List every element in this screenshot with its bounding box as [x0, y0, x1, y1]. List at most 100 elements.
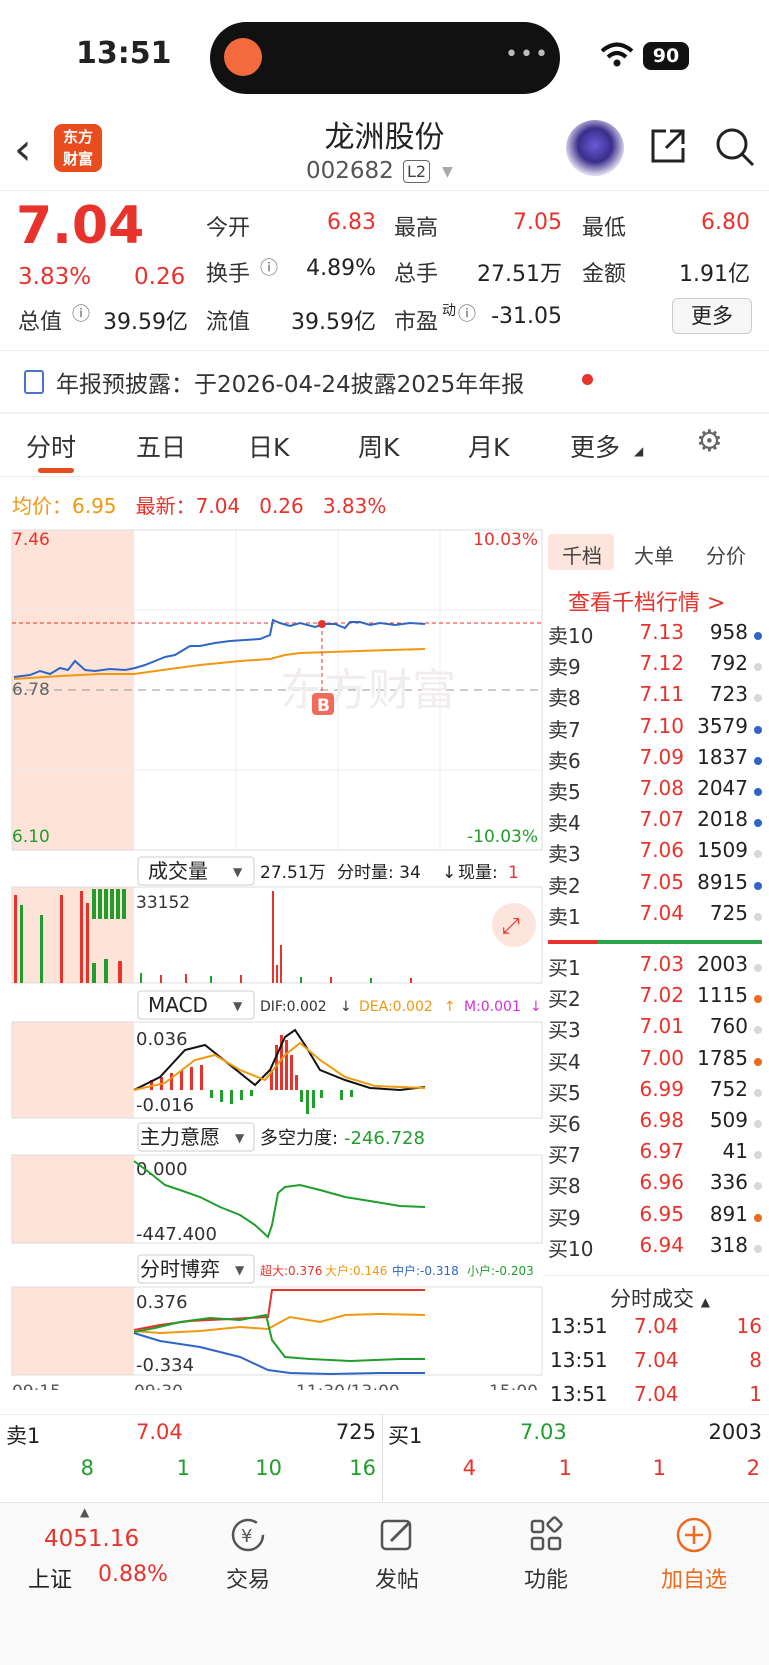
expand-icon[interactable]: ⤢: [502, 914, 520, 939]
divider: [0, 190, 769, 191]
l2-badge[interactable]: L2: [403, 160, 431, 183]
tab-daily-k[interactable]: 日K: [248, 428, 289, 464]
bid-row[interactable]: 买5 6.99 752: [548, 1077, 762, 1108]
volume-bar: [118, 961, 122, 983]
macd-bar: [190, 1067, 193, 1090]
share-icon[interactable]: [648, 126, 688, 166]
volume-bar: [185, 974, 187, 983]
tab-five-day[interactable]: 五日: [136, 428, 186, 464]
ask-row[interactable]: 卖5 7.08 2047: [548, 776, 762, 807]
trade-icon[interactable]: ¥: [198, 1515, 298, 1559]
bid-row[interactable]: 买2 7.02 1115: [548, 983, 762, 1014]
bid-row[interactable]: 买3 7.01 760: [548, 1014, 762, 1045]
index-name[interactable]: 上证: [28, 1562, 72, 1594]
caret-down-icon[interactable]: ▼: [233, 865, 243, 879]
tab-post[interactable]: 发帖: [347, 1562, 447, 1594]
caret-up-icon[interactable]: ▲: [80, 1505, 89, 1519]
intraday-chart[interactable]: 东方财富 B 7.46 10.03% 6.78 6.10 -10.03% 成交量…: [0, 525, 545, 1390]
ask-row[interactable]: 卖9 7.12 792: [548, 651, 762, 682]
index-value[interactable]: 4051.16: [44, 1526, 139, 1552]
ask-volume: 8915: [697, 869, 748, 894]
assistant-robot-icon[interactable]: [566, 120, 624, 176]
order-book-ratio-down: [598, 940, 762, 944]
info-icon[interactable]: ⓘ: [458, 300, 476, 326]
macd-bar: [170, 1073, 173, 1090]
avg-label: 均价：: [12, 494, 72, 518]
ask-price: 7.04: [639, 900, 684, 925]
bid-row[interactable]: 买4 7.00 1785: [548, 1046, 762, 1077]
tab-trade[interactable]: 交易: [198, 1562, 298, 1594]
tab-big-orders[interactable]: 大单: [634, 540, 674, 569]
view-depth-link[interactable]: 查看千档行情 >: [568, 585, 725, 617]
ask-level-label: 卖9: [548, 655, 581, 680]
macd-min: -0.016: [136, 1095, 194, 1116]
index-pct[interactable]: 0.88%: [98, 1562, 168, 1587]
caret-down-icon[interactable]: ▼: [235, 1263, 245, 1277]
volume-bar: [40, 915, 43, 983]
caret-down-icon[interactable]: ▼: [442, 164, 453, 180]
ask-dot-icon: [754, 725, 762, 734]
level1-buy-label: 买1: [388, 1424, 423, 1448]
macd-bar: [295, 1075, 298, 1090]
notice-text[interactable]: 年报预披露：于2026-04-24披露2025年年报: [56, 365, 524, 399]
ask-dot-icon: [754, 694, 762, 703]
tab-functions[interactable]: 功能: [496, 1562, 596, 1594]
ask-row[interactable]: 卖1 7.04 725: [548, 901, 762, 932]
trade-price: 7.04: [634, 1348, 679, 1372]
ask-row[interactable]: 卖2 7.05 8915: [548, 870, 762, 901]
trade-icon-svg: ¥: [231, 1518, 265, 1552]
macd-m: M:0.001: [464, 999, 521, 1015]
functions-icon[interactable]: [496, 1515, 596, 1559]
bid-row[interactable]: 买9 6.95 891: [548, 1202, 762, 1233]
trades-header[interactable]: 分时成交 ▲: [610, 1283, 710, 1313]
add-icon-svg: [676, 1517, 712, 1553]
settings-gear-icon[interactable]: ⚙: [696, 424, 723, 459]
ask-row[interactable]: 卖6 7.09 1837: [548, 745, 762, 776]
ask-level-label: 卖4: [548, 811, 581, 836]
bid-row[interactable]: 买6 6.98 509: [548, 1108, 762, 1139]
more-button[interactable]: 更多: [672, 298, 752, 334]
tab-intraday[interactable]: 分时: [26, 428, 76, 464]
info-icon[interactable]: ⓘ: [260, 254, 278, 280]
bid-row[interactable]: 买8 6.96 336: [548, 1170, 762, 1201]
ask-row[interactable]: 卖4 7.07 2018: [548, 807, 762, 838]
ask-row[interactable]: 卖8 7.11 723: [548, 682, 762, 713]
tab-add-watchlist[interactable]: 加自选: [644, 1562, 744, 1594]
ask-row[interactable]: 卖7 7.10 3579: [548, 714, 762, 745]
caret-down-icon[interactable]: ▼: [235, 1131, 245, 1145]
bid-row[interactable]: 买10 6.94 318: [548, 1233, 762, 1264]
tab-more[interactable]: 更多: [570, 428, 620, 464]
latest-pct: 3.83%: [322, 494, 387, 518]
ask-row[interactable]: 卖3 7.06 1509: [548, 838, 762, 869]
macd-bar: [340, 1090, 343, 1100]
info-icon[interactable]: ⓘ: [72, 300, 90, 326]
volume-panel-name: 成交量: [148, 859, 208, 883]
game-small: 小户:-0.203: [467, 1263, 534, 1278]
tab-weekly-k[interactable]: 周K: [358, 428, 399, 464]
bid-dot-icon: [754, 1088, 762, 1097]
caret-down-icon[interactable]: ▼: [233, 999, 243, 1013]
bid-level-label: 买4: [548, 1049, 581, 1074]
stock-code[interactable]: 002682: [306, 158, 394, 184]
bid-volume: 760: [709, 1014, 748, 1039]
post-icon[interactable]: [347, 1515, 447, 1559]
search-icon[interactable]: [714, 126, 756, 168]
bid-row[interactable]: 买1 7.03 2003: [548, 952, 762, 983]
bid-row[interactable]: 买7 6.97 41: [548, 1139, 762, 1170]
ask-volume: 958: [709, 620, 748, 644]
add-watchlist-icon[interactable]: [644, 1515, 744, 1559]
pe-value: -31.05: [491, 304, 562, 329]
document-icon: [24, 370, 44, 394]
collapse-caret-icon[interactable]: ▲: [701, 1295, 710, 1309]
trade-volume: 1: [749, 1382, 762, 1406]
ask-row[interactable]: 卖10 7.13 958: [548, 620, 762, 651]
high-label: 最高: [394, 216, 439, 241]
macd-bar: [306, 1090, 309, 1114]
tab-monthly-k[interactable]: 月K: [468, 428, 509, 464]
volume-bar: [330, 977, 332, 983]
tab-price-distribution[interactable]: 分价: [706, 540, 746, 569]
main-force-value: -246.728: [344, 1128, 425, 1149]
ask-level-label: 卖10: [548, 624, 594, 648]
time-label-noon: 11:30/13:00: [296, 1382, 400, 1390]
tab-order-book[interactable]: 千档: [562, 540, 602, 569]
